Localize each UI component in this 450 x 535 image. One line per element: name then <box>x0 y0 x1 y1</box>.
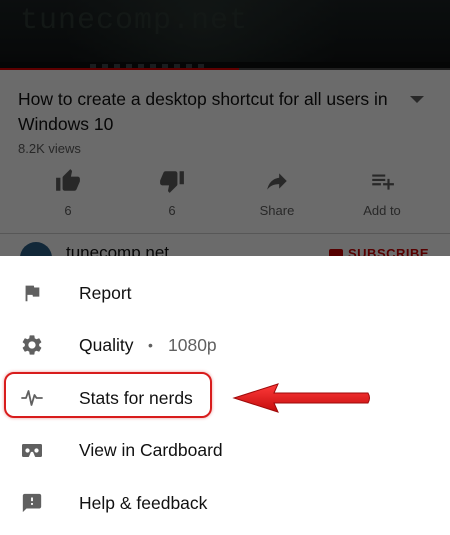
menu-item-help-feedback[interactable]: Help & feedback <box>0 477 450 529</box>
video-actions-row: 6 6 Share Add to <box>0 166 450 226</box>
menu-item-view-in-cardboard[interactable]: View in Cardboard <box>0 424 450 476</box>
annotation-arrow-icon <box>232 383 370 413</box>
menu-item-label: Help & feedback <box>79 492 208 513</box>
add-to-playlist-icon <box>372 174 394 190</box>
video-player[interactable]: tunecomp.net <box>0 0 450 70</box>
dislike-count: 6 <box>168 203 176 218</box>
share-icon <box>267 173 287 190</box>
view-count: 8.2K views <box>18 141 81 156</box>
gear-icon <box>20 333 44 357</box>
share-label: Share <box>259 203 295 218</box>
expand-description-icon[interactable] <box>410 96 424 103</box>
add-to-button[interactable]: Add to <box>342 166 422 226</box>
channel-avatar[interactable] <box>20 242 52 256</box>
subscribe-button[interactable]: SUBSCRIBE <box>329 246 429 256</box>
video-watermark: tunecomp.net <box>20 4 249 38</box>
subscribe-label: SUBSCRIBE <box>348 246 430 256</box>
menu-item-label: Quality <box>79 334 134 355</box>
menu-item-report[interactable]: Report <box>0 267 450 319</box>
quality-separator: • <box>148 337 153 353</box>
channel-row[interactable]: tunecomp.net SUBSCRIBE <box>0 234 450 256</box>
menu-item-label: View in Cardboard <box>79 439 223 460</box>
like-count: 6 <box>64 203 72 218</box>
flag-icon <box>20 281 44 305</box>
share-button[interactable]: Share <box>237 166 317 226</box>
cardboard-icon <box>20 438 44 462</box>
video-title: How to create a desktop shortcut for all… <box>18 89 388 134</box>
youtube-logo-icon <box>329 248 343 256</box>
like-button[interactable]: 6 <box>28 166 108 226</box>
dislike-button[interactable]: 6 <box>132 166 212 226</box>
feedback-icon <box>20 491 44 515</box>
add-to-label: Add to <box>363 203 401 218</box>
video-info-panel: How to create a desktop shortcut for all… <box>0 70 450 256</box>
menu-item-label: Report <box>79 282 132 303</box>
thumbs-down-icon <box>160 171 184 193</box>
annotation-highlight-box <box>4 372 212 418</box>
channel-name[interactable]: tunecomp.net <box>66 243 169 256</box>
quality-value: 1080p <box>168 334 217 355</box>
menu-item-quality[interactable]: Quality • 1080p <box>0 319 450 371</box>
thumbs-up-icon <box>56 169 80 191</box>
